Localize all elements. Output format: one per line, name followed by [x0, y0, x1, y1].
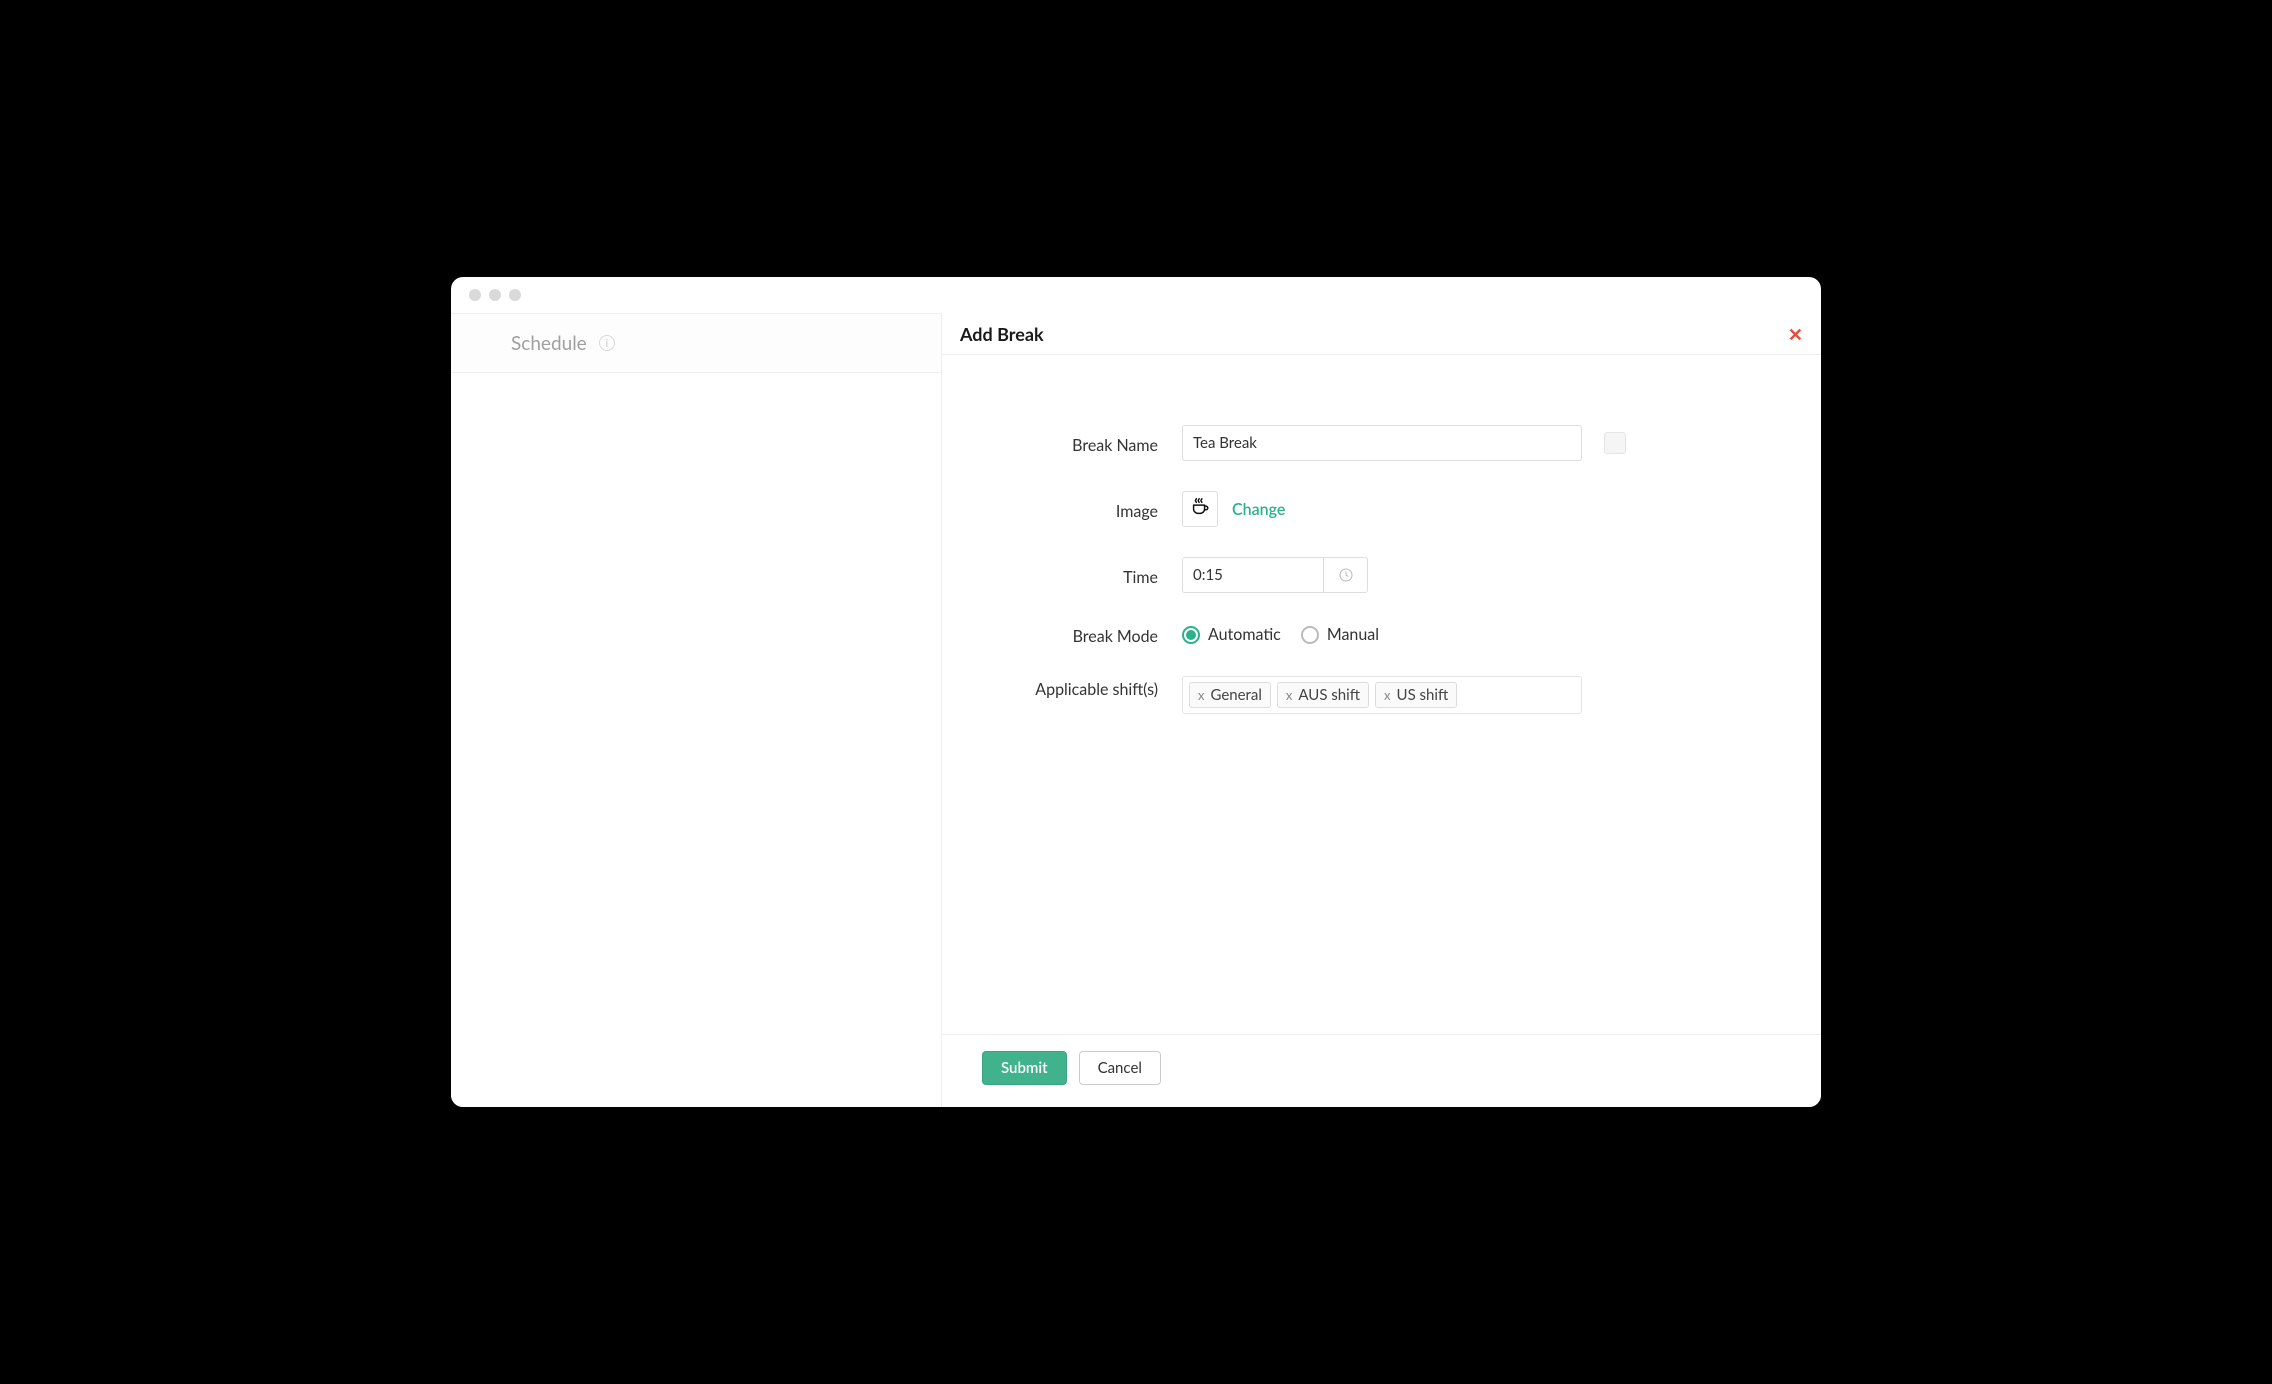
- content-area: Schedule i Add Break ✕ Break Name Imag: [451, 313, 1821, 1107]
- radio-automatic[interactable]: Automatic: [1182, 625, 1281, 644]
- panel-title: Add Break: [960, 323, 1044, 345]
- change-image-link[interactable]: Change: [1232, 500, 1285, 519]
- row-break-mode: Break Mode Automatic Manual: [982, 623, 1781, 646]
- label-time: Time: [982, 564, 1182, 587]
- color-swatch[interactable]: [1604, 432, 1626, 454]
- chip-label: General: [1210, 686, 1261, 704]
- shift-chip: x General: [1189, 682, 1271, 708]
- traffic-light-minimize[interactable]: [489, 289, 501, 301]
- radio-label-automatic: Automatic: [1208, 625, 1281, 644]
- clock-icon[interactable]: [1323, 558, 1367, 592]
- image-preview: [1182, 491, 1218, 527]
- applicable-shifts-input[interactable]: x General x AUS shift x US shift: [1182, 676, 1582, 714]
- row-image: Image: [982, 491, 1781, 527]
- chip-label: AUS shift: [1298, 686, 1360, 704]
- radio-indicator-icon: [1301, 626, 1319, 644]
- break-name-input[interactable]: [1182, 425, 1582, 461]
- add-break-panel: Add Break ✕ Break Name Image: [941, 313, 1821, 1107]
- panel-body: Break Name Image: [942, 355, 1821, 1034]
- cancel-button[interactable]: Cancel: [1079, 1051, 1161, 1085]
- app-window: Schedule i Add Break ✕ Break Name Imag: [451, 277, 1821, 1107]
- close-icon[interactable]: ✕: [1788, 325, 1803, 343]
- sidebar-title: Schedule: [511, 332, 587, 355]
- sidebar: Schedule i: [451, 313, 941, 1107]
- remove-chip-icon[interactable]: x: [1384, 689, 1390, 702]
- break-mode-radio-group: Automatic Manual: [1182, 625, 1379, 644]
- row-shifts: Applicable shift(s) x General x AUS shif…: [982, 676, 1781, 714]
- radio-label-manual: Manual: [1327, 625, 1379, 644]
- info-icon[interactable]: i: [599, 335, 615, 351]
- label-shifts: Applicable shift(s): [982, 676, 1182, 699]
- remove-chip-icon[interactable]: x: [1286, 689, 1292, 702]
- panel-footer: Submit Cancel: [942, 1034, 1821, 1107]
- window-titlebar: [451, 277, 1821, 313]
- radio-indicator-icon: [1182, 626, 1200, 644]
- traffic-light-zoom[interactable]: [509, 289, 521, 301]
- radio-manual[interactable]: Manual: [1301, 625, 1379, 644]
- row-time: Time: [982, 557, 1781, 593]
- submit-button[interactable]: Submit: [982, 1051, 1067, 1085]
- label-break-mode: Break Mode: [982, 623, 1182, 646]
- shift-chip: x US shift: [1375, 682, 1457, 708]
- shift-chip: x AUS shift: [1277, 682, 1369, 708]
- time-input[interactable]: [1183, 558, 1323, 592]
- label-break-name: Break Name: [982, 432, 1182, 455]
- remove-chip-icon[interactable]: x: [1198, 689, 1204, 702]
- panel-header: Add Break ✕: [942, 313, 1821, 355]
- sidebar-header: Schedule i: [451, 313, 941, 373]
- traffic-light-close[interactable]: [469, 289, 481, 301]
- label-image: Image: [982, 498, 1182, 521]
- chip-label: US shift: [1397, 686, 1449, 704]
- coffee-cup-icon: [1189, 496, 1211, 522]
- row-break-name: Break Name: [982, 425, 1781, 461]
- time-input-group: [1182, 557, 1368, 593]
